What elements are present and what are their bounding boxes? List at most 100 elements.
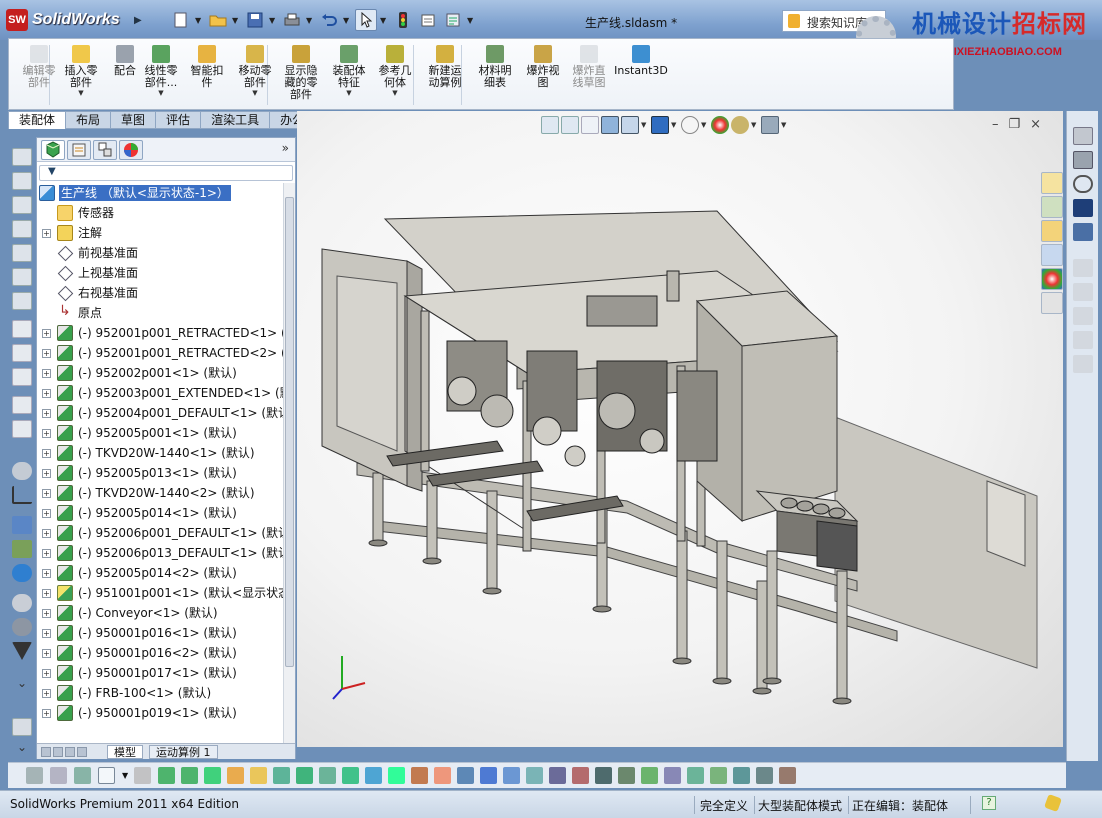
web-globe-icon[interactable]: [12, 564, 32, 582]
open-folder-icon[interactable]: [207, 9, 229, 31]
tree-item[interactable]: 右视基准面: [37, 283, 283, 303]
view-settings-icon[interactable]: [761, 116, 779, 134]
filter-cosmetic-threads-icon[interactable]: [618, 767, 635, 784]
filter-blocks-icon[interactable]: [641, 767, 658, 784]
tree-item[interactable]: + (-) FRB-100<1> (默认): [37, 683, 283, 703]
expand-plus-icon[interactable]: +: [42, 689, 51, 698]
filter-toggle-icon[interactable]: [26, 767, 43, 784]
expand-plus-icon[interactable]: +: [42, 369, 51, 378]
tree-root-assembly[interactable]: 生产线 （默认<显示状态-1>）: [37, 183, 283, 203]
select-arrow-icon[interactable]: [355, 9, 377, 31]
filter-centerlines-icon[interactable]: [572, 767, 589, 784]
chevron-down-icon[interactable]: ▼: [195, 9, 204, 31]
cmd-edit-component-button[interactable]: 编辑零 部件: [15, 45, 63, 89]
more-tools-chevron-icon[interactable]: ⌄: [12, 676, 32, 694]
tree-item[interactable]: + (-) 952001p001_RETRACTED<2> (默: [37, 343, 283, 363]
view-palette-icon[interactable]: [1041, 244, 1063, 266]
cmd-exploded-view-button[interactable]: 爆炸视 图: [519, 45, 567, 89]
tree-item[interactable]: 原点: [37, 303, 283, 323]
expand-plus-icon[interactable]: +: [42, 649, 51, 658]
tab-cm-2[interactable]: 草图: [111, 111, 157, 129]
tree-item[interactable]: + (-) 952003p001_EXTENDED<1> (默认: [37, 383, 283, 403]
bottom-view-icon[interactable]: [12, 268, 32, 286]
filter-hole-callout-icon[interactable]: [526, 767, 543, 784]
displaymanager-tab-icon[interactable]: [119, 140, 143, 160]
tree-filter-funnel-icon[interactable]: ▼: [39, 165, 293, 181]
expand-plus-icon[interactable]: +: [42, 329, 51, 338]
chevron-down-icon[interactable]: ▼: [343, 9, 352, 31]
relation-icon[interactable]: [12, 368, 32, 386]
expand-plus-icon[interactable]: +: [42, 389, 51, 398]
filter-surface-finish-icon[interactable]: [480, 767, 497, 784]
tree-item[interactable]: + (-) 950001p016<1> (默认): [37, 623, 283, 643]
graphics-area[interactable]: [297, 111, 1063, 747]
chevron-down-icon[interactable]: ▼: [232, 9, 241, 31]
apply-scene-icon[interactable]: [731, 116, 749, 134]
mirror-entities-icon[interactable]: [12, 420, 32, 438]
filter-dowel-pins-icon[interactable]: [595, 767, 612, 784]
filter-vertices-icon[interactable]: [158, 767, 175, 784]
cmd-show-hidden-components-button[interactable]: 显示隐 藏的零 部件: [277, 45, 325, 101]
smart-dimension-icon[interactable]: [12, 344, 32, 362]
view-orientation-icon[interactable]: [621, 116, 639, 134]
filter-planes-icon[interactable]: [296, 767, 313, 784]
filter-faces-icon[interactable]: [204, 767, 221, 784]
tab-motion-study-1[interactable]: 运动算例 1: [149, 745, 218, 759]
filter-connection-icon[interactable]: [710, 767, 727, 784]
expand-plus-icon[interactable]: +: [42, 569, 51, 578]
tree-item[interactable]: + (-) 952004p001_DEFAULT<1> (默认: [37, 403, 283, 423]
tree-item[interactable]: + (-) 952005p014<1> (默认): [37, 503, 283, 523]
chevron-down-icon[interactable]: ▼: [346, 89, 351, 97]
tree-item[interactable]: + (-) 950001p019<1> (默认): [37, 703, 283, 723]
chevron-down-icon[interactable]: ▼: [380, 9, 389, 31]
tree-item[interactable]: 前视基准面: [37, 243, 283, 263]
file-properties-icon[interactable]: [417, 9, 439, 31]
filter-dimensions-icon[interactable]: [365, 767, 382, 784]
filter-silhouette-icon[interactable]: [756, 767, 773, 784]
cmd-linear-pattern-button[interactable]: 线性零 部件... ▼: [137, 45, 185, 97]
select-other-icon[interactable]: [134, 767, 151, 784]
chevron-down-icon[interactable]: ▼: [122, 767, 131, 784]
display-style-cube-icon[interactable]: [651, 116, 669, 134]
hierarchy-icon[interactable]: [12, 540, 32, 558]
tree-item[interactable]: + (-) 952005p013<1> (默认): [37, 463, 283, 483]
configurationmanager-tab-icon[interactable]: [93, 140, 117, 160]
cmd-reference-geometry-button[interactable]: 参考几 何体 ▼: [371, 45, 419, 97]
filter-tables-icon[interactable]: [664, 767, 681, 784]
cmd-bill-of-materials-button[interactable]: 材料明 细表: [471, 45, 519, 89]
print-icon[interactable]: [281, 9, 303, 31]
sheet-metal-icon[interactable]: [1073, 259, 1093, 277]
section-view-icon[interactable]: [601, 116, 619, 134]
expand-plus-icon[interactable]: +: [42, 509, 51, 518]
chevron-down-icon[interactable]: ▼: [751, 116, 759, 134]
expand-plus-icon[interactable]: +: [42, 589, 51, 598]
weldment-icon[interactable]: [1073, 307, 1093, 325]
tag-icon[interactable]: [1044, 794, 1062, 812]
cmd-smart-fastener-button[interactable]: 智能扣 件: [183, 45, 231, 89]
tree-item[interactable]: + (-) 952002p001<1> (默认): [37, 363, 283, 383]
chevron-down-icon[interactable]: ▼: [781, 116, 789, 134]
filter-balloons-icon[interactable]: [503, 767, 520, 784]
copy-entities-icon[interactable]: [12, 396, 32, 414]
hide-show-items-icon[interactable]: [681, 116, 699, 134]
feature-tree-scrollbar[interactable]: [283, 183, 295, 743]
left-view-icon[interactable]: [12, 196, 32, 214]
filter-cut-list-icon[interactable]: [779, 767, 796, 784]
cmd-explode-line-sketch-button[interactable]: 爆炸直 线草图: [565, 45, 613, 89]
tree-item[interactable]: + (-) Conveyor<1> (默认): [37, 603, 283, 623]
tab-cm-4[interactable]: 渲染工具: [201, 111, 271, 129]
top-view-icon[interactable]: [12, 244, 32, 262]
tree-item[interactable]: + (-) 952006p001_DEFAULT<1> (默认: [37, 523, 283, 543]
next-tab-nav-icon[interactable]: [65, 747, 75, 757]
chevron-down-icon[interactable]: ▼: [252, 89, 257, 97]
tree-item[interactable]: + (-) 952005p001<1> (默认): [37, 423, 283, 443]
chevron-down-icon[interactable]: ▼: [467, 9, 476, 31]
filter-all-icon[interactable]: [74, 767, 91, 784]
expand-plus-icon[interactable]: +: [42, 449, 51, 458]
save-icon[interactable]: [244, 9, 266, 31]
ring-icon[interactable]: [1073, 175, 1093, 193]
chevron-down-icon[interactable]: ▼: [269, 9, 278, 31]
axis-icon[interactable]: [12, 486, 32, 504]
right-view-icon[interactable]: [12, 220, 32, 238]
filter-datums-icon[interactable]: [434, 767, 451, 784]
